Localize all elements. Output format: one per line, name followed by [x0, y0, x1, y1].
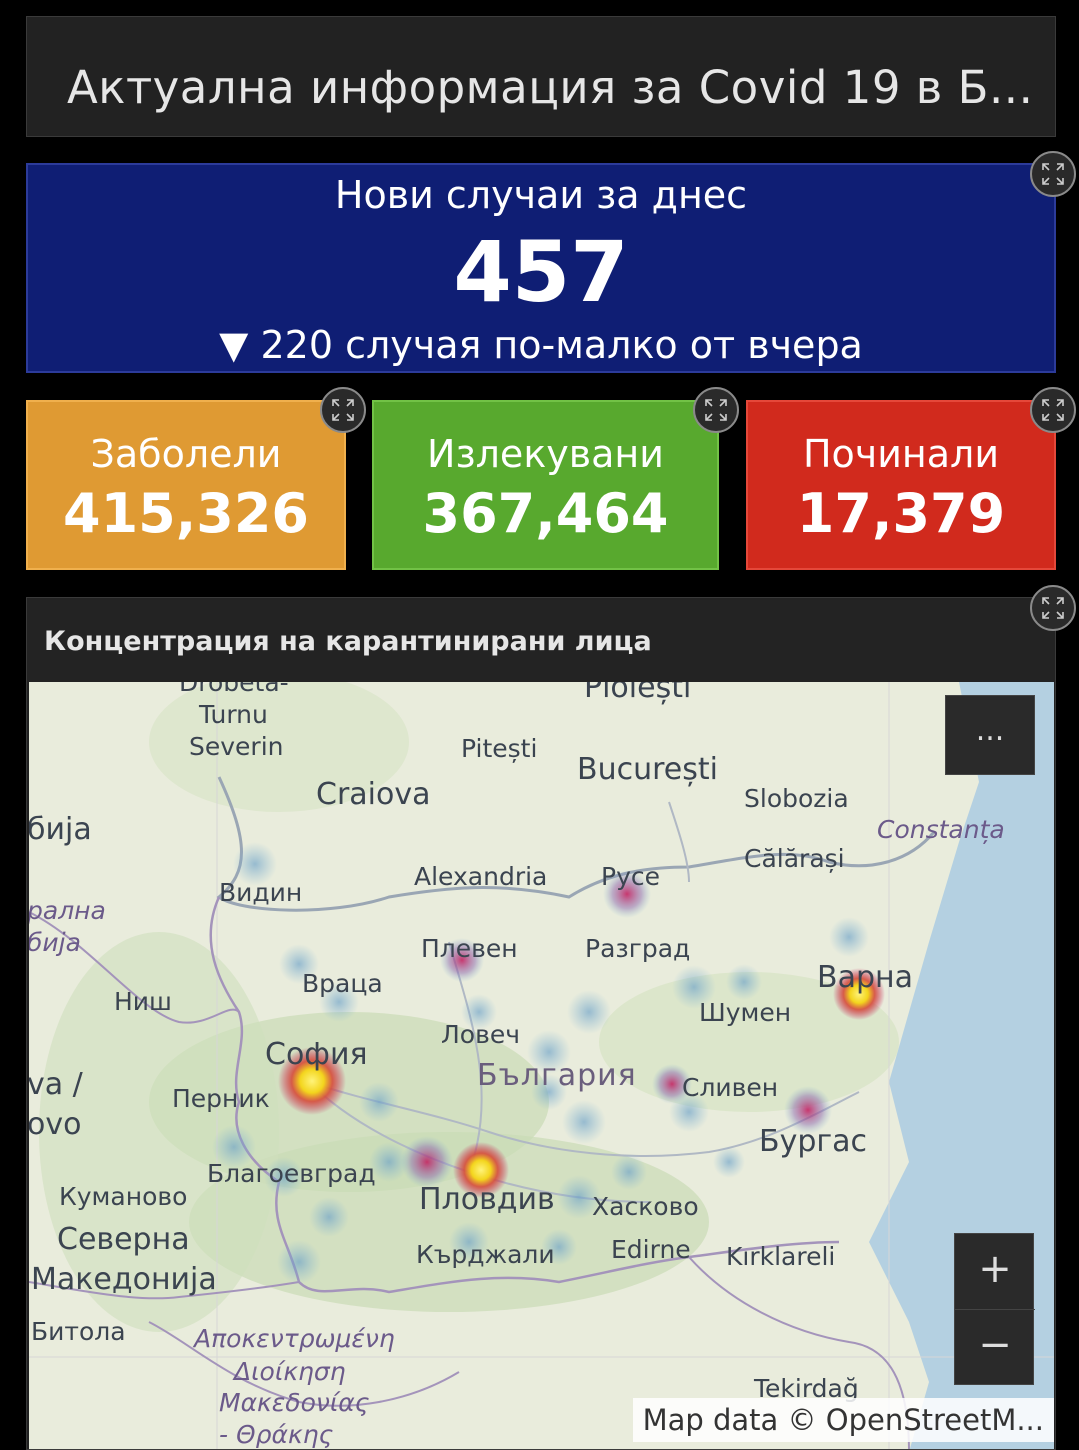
map-label: Ploiești: [584, 682, 692, 705]
recovered-card: Излекувани 367,464: [372, 400, 719, 570]
map-label: Северна: [57, 1222, 190, 1257]
map-label: București: [577, 752, 718, 787]
map-label: Македонија: [31, 1262, 217, 1297]
expand-icon: [1042, 597, 1064, 619]
map-label: Бургас: [759, 1124, 868, 1159]
map-label: Slobozia: [744, 784, 849, 813]
dashboard-title: Актуална информация за Covid 19 в Б...: [67, 61, 1034, 114]
map-label: Craiova: [316, 777, 431, 812]
map-label: Разград: [585, 934, 691, 963]
map-label: Kırklareli: [726, 1242, 836, 1271]
map-label: Drobeta-: [179, 682, 289, 697]
quarantine-map-panel: Концентрация на карантинирани лица Drobe…: [26, 597, 1056, 1450]
new-cases-label: Нови случаи за днес: [334, 173, 748, 217]
zoom-in-button[interactable]: +: [955, 1234, 1035, 1310]
map-label: Русе: [601, 862, 660, 891]
map-header: Концентрация на карантинирани лица: [27, 598, 1055, 682]
new-cases-value: 457: [453, 223, 629, 321]
map-label: Плевен: [421, 934, 518, 963]
map-label: Alexandria: [414, 862, 548, 891]
map-label: Шумен: [699, 998, 792, 1027]
deaths-label: Починали: [802, 432, 1000, 476]
map-label: Pitești: [461, 734, 538, 763]
map-label: бија: [29, 812, 92, 847]
expand-icon: [1042, 163, 1064, 185]
map-attribution: Map data © OpenStreetM...: [632, 1398, 1054, 1442]
map-label: Ловеч: [441, 1020, 520, 1049]
infected-label: Заболели: [90, 432, 282, 476]
map-label: София: [265, 1037, 368, 1072]
recovered-value: 367,464: [422, 482, 669, 545]
trend-text: 220 случая по-малко от вчера: [260, 323, 863, 367]
map-canvas[interactable]: Drobeta- Turnu Severin Ploiești Pitești …: [29, 682, 1054, 1449]
trend-down-icon: ▼: [219, 323, 249, 367]
recovered-label: Излекувани: [427, 432, 664, 476]
expand-map-button[interactable]: [1030, 585, 1076, 631]
new-cases-trend: ▼ 220 случая по-малко от вчера: [28, 323, 1054, 367]
deaths-value: 17,379: [796, 482, 1006, 545]
map-menu-button[interactable]: ...: [945, 695, 1035, 775]
map-label: - Θράκης: [219, 1420, 334, 1449]
map-label: Severin: [189, 732, 284, 761]
map-label: рална: [29, 896, 106, 925]
expand-new-cases-button[interactable]: [1030, 151, 1076, 197]
expand-deaths-button[interactable]: [1030, 387, 1076, 433]
expand-infected-button[interactable]: [320, 387, 366, 433]
deaths-card: Починали 17,379: [746, 400, 1056, 570]
map-label: Сливен: [682, 1073, 779, 1102]
map-label: va /: [29, 1067, 83, 1102]
map-label: Пловдив: [419, 1182, 555, 1217]
map-label: Видин: [219, 878, 303, 907]
map-label: Благоевград: [207, 1159, 376, 1188]
infected-value: 415,326: [63, 482, 309, 545]
map-label: Хасково: [592, 1192, 699, 1221]
expand-icon: [332, 399, 354, 421]
infected-card: Заболели 415,326: [26, 400, 346, 570]
expand-icon: [705, 399, 727, 421]
map-label: бија: [29, 928, 81, 957]
map-label: Edirne: [611, 1235, 691, 1264]
map-title: Концентрация на карантинирани лица: [44, 626, 652, 657]
dashboard-title-bar: Актуална информация за Covid 19 в Б...: [26, 16, 1056, 137]
map-label: ovo: [29, 1107, 82, 1142]
map-label: Враца: [302, 969, 383, 998]
map-label: Διοίκηση: [234, 1357, 346, 1386]
new-cases-card: Нови случаи за днес 457 ▼ 220 случая по-…: [26, 163, 1056, 373]
map-label: Turnu: [199, 700, 268, 729]
map-label: Ниш: [114, 987, 172, 1016]
zoom-out-button[interactable]: −: [955, 1310, 1035, 1386]
map-label: Constanța: [877, 815, 1005, 844]
map-label: Куманово: [59, 1182, 188, 1211]
map-label: Битола: [31, 1317, 126, 1346]
map-label: Μακεδονίας: [219, 1388, 370, 1417]
map-label: Călărași: [744, 844, 845, 873]
map-label: Перник: [172, 1084, 270, 1113]
map-label: България: [477, 1058, 637, 1093]
map-label: Αποκεντρωμένη: [194, 1324, 395, 1353]
map-label: Варна: [817, 960, 914, 995]
map-label: Кърджали: [416, 1240, 555, 1269]
expand-icon: [1042, 399, 1064, 421]
zoom-controls: + −: [954, 1233, 1035, 1386]
expand-recovered-button[interactable]: [693, 387, 739, 433]
